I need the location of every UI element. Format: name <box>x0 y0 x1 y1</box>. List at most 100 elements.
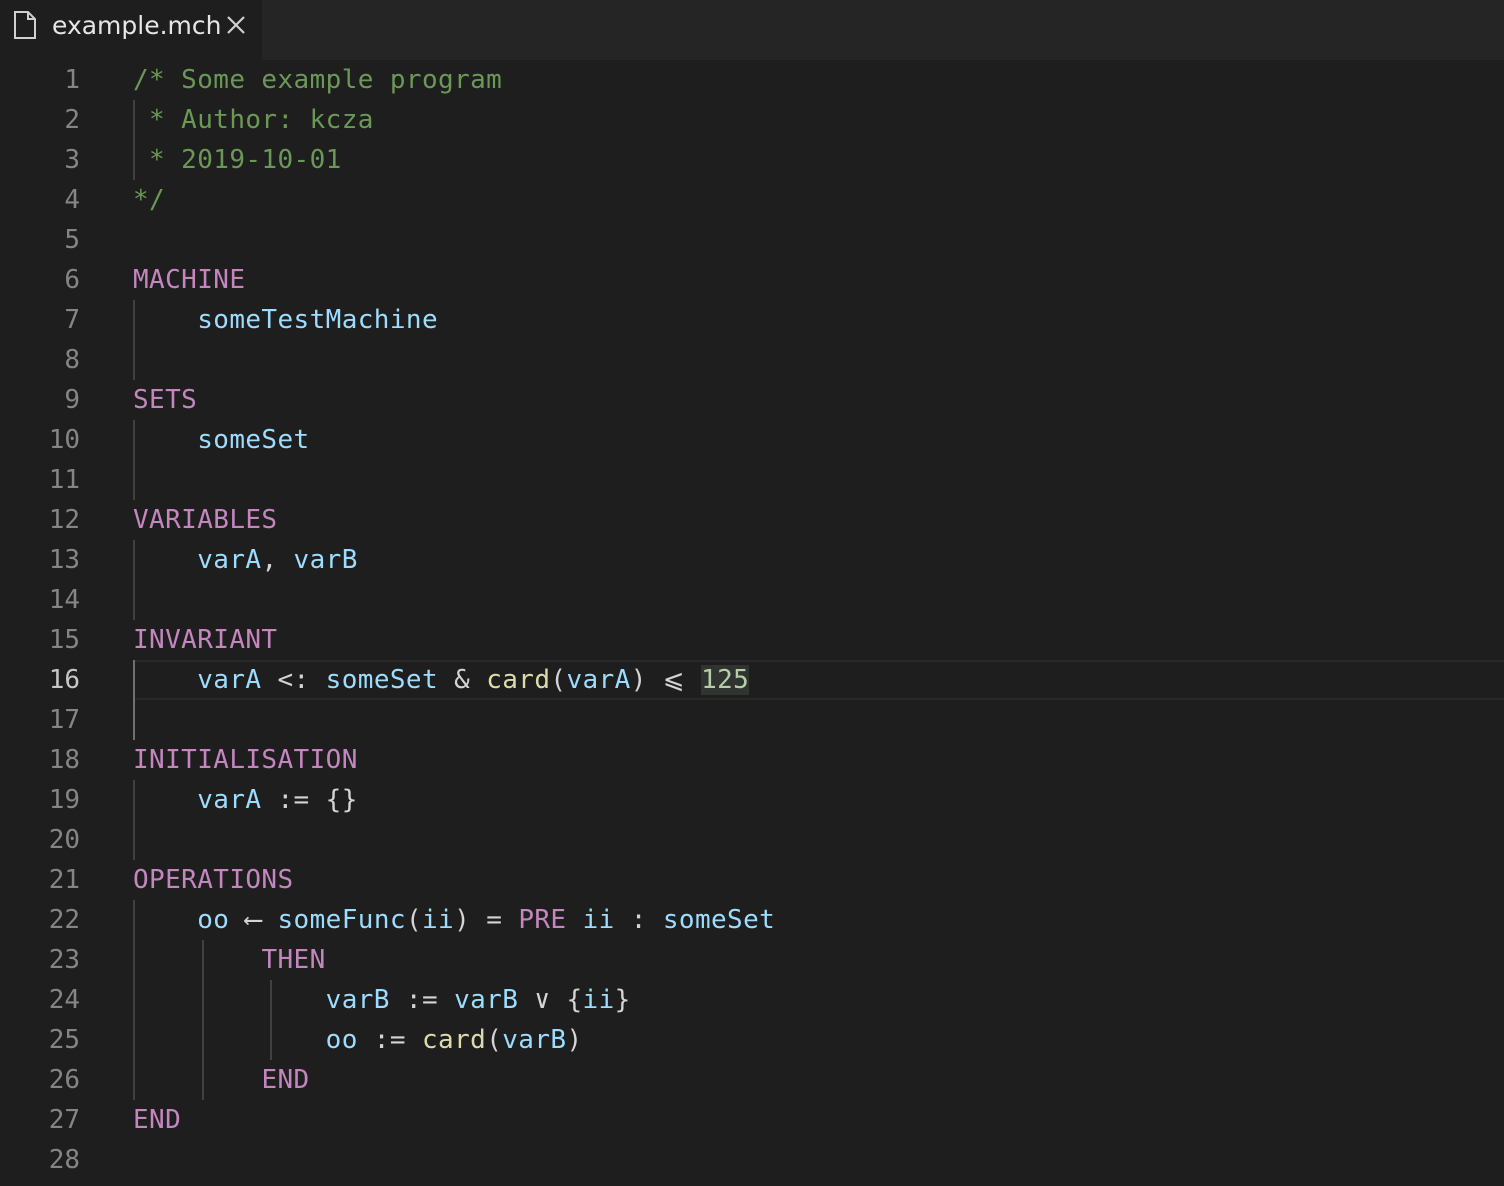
code-line[interactable]: 12 VARIABLES <box>0 500 1504 540</box>
code-token: varB <box>454 985 519 1015</box>
line-number: 5 <box>64 225 80 255</box>
code-text: someTestMachine <box>133 300 438 340</box>
line-number: 28 <box>48 1145 80 1175</box>
code-line[interactable]: 10 someSet <box>0 420 1504 460</box>
code-token: varA <box>197 545 262 575</box>
code-line[interactable]: 7 someTestMachine <box>0 300 1504 340</box>
code-text: /* Some example program <box>133 60 502 100</box>
code-token: ii <box>582 905 615 935</box>
line-number: 23 <box>48 945 80 975</box>
code-line[interactable]: 22 oo ⟵ someFunc(ii) = PRE ii : someSet <box>0 900 1504 940</box>
code-line[interactable]: 6 MACHINE <box>0 260 1504 300</box>
line-number: 27 <box>48 1105 80 1135</box>
code-line[interactable]: 19 varA := {} <box>0 780 1504 820</box>
code-text: VARIABLES <box>133 500 277 540</box>
line-number: 18 <box>48 745 80 775</box>
code-token: /* Some example program <box>133 65 503 95</box>
code-token: someFunc <box>277 905 406 935</box>
code-token: ⟵ <box>229 905 278 935</box>
indent-guide-invariant <box>133 660 135 740</box>
code-token: someSet <box>197 425 310 455</box>
tab-label: example.mch <box>52 11 222 40</box>
file-icon <box>14 11 36 39</box>
code-line[interactable]: 21 OPERATIONS <box>0 860 1504 900</box>
code-line[interactable]: 27 END <box>0 1100 1504 1140</box>
line-number: 9 <box>64 385 80 415</box>
code-token: oo <box>325 1025 358 1055</box>
code-line[interactable]: 5 <box>0 220 1504 260</box>
indent-guide-comment <box>133 100 135 180</box>
code-line[interactable]: 3 * 2019-10-01 <box>0 140 1504 180</box>
code-token: varA <box>197 785 262 815</box>
code-line[interactable]: 13 varA, varB <box>0 540 1504 580</box>
code-line[interactable]: 15 INVARIANT <box>0 620 1504 660</box>
code-line[interactable]: 18 INITIALISATION <box>0 740 1504 780</box>
line-number: 20 <box>48 825 80 855</box>
indent-guide-operations <box>133 900 135 1100</box>
code-token: <: <box>261 665 326 695</box>
code-line[interactable]: 20 <box>0 820 1504 860</box>
line-number: 13 <box>48 545 80 575</box>
code-line[interactable]: 9 SETS <box>0 380 1504 420</box>
code-token: varB <box>325 985 390 1015</box>
line-number: 19 <box>48 785 80 815</box>
line-number: 4 <box>64 185 80 215</box>
code-line[interactable]: 17 <box>0 700 1504 740</box>
code-line[interactable]: 8 <box>0 340 1504 380</box>
line-number: 15 <box>48 625 80 655</box>
line-number: 1 <box>64 65 80 95</box>
line-number: 2 <box>64 105 80 135</box>
code-line[interactable]: 1 /* Some example program <box>0 60 1504 100</box>
code-token: someSet <box>325 665 439 695</box>
indent-guide-variables <box>133 540 135 620</box>
line-number: 24 <box>48 985 80 1015</box>
code-token: varA <box>197 665 262 695</box>
line-number: 8 <box>64 345 80 375</box>
code-token: VARIABLES <box>133 505 278 535</box>
code-token: varB <box>502 1025 567 1055</box>
line-number: 7 <box>64 305 80 335</box>
code-text: oo := card(varB) <box>133 1020 583 1060</box>
editor-tab[interactable]: example.mch <box>0 0 262 60</box>
code-token: varB <box>293 545 358 575</box>
line-number: 3 <box>64 145 80 175</box>
code-token: } <box>614 985 631 1015</box>
code-line[interactable]: 23 THEN <box>0 940 1504 980</box>
code-token: := <box>357 1025 422 1055</box>
code-text: SETS <box>133 380 197 420</box>
code-token: card <box>421 1025 487 1055</box>
code-line[interactable]: 28 <box>0 1140 1504 1180</box>
code-line[interactable]: 11 <box>0 460 1504 500</box>
code-line[interactable]: 24 varB := varB ∨ {ii} <box>0 980 1504 1020</box>
tab-bar: example.mch <box>0 0 1504 60</box>
code-line[interactable]: 2 * Author: kcza <box>0 100 1504 140</box>
code-editor[interactable]: 28 27 END 26 END 25 oo := card(varB) 24 varB … <box>0 60 1504 1186</box>
code-token: card <box>486 665 551 695</box>
code-token: ( <box>405 905 422 935</box>
code-token: * 2019-10-01 <box>133 145 342 175</box>
code-text: * 2019-10-01 <box>133 140 342 180</box>
code-line[interactable]: 14 <box>0 580 1504 620</box>
code-token: ) <box>566 1025 583 1055</box>
code-token: ii <box>582 985 615 1015</box>
code-line[interactable]: 16 varA <: someSet & card(varA) ⩽ 125 <box>0 660 1504 700</box>
code-line[interactable]: 4 */ <box>0 180 1504 220</box>
code-token: MACHINE <box>133 265 246 295</box>
code-token: ) = <box>454 905 519 935</box>
line-number: 11 <box>48 465 80 495</box>
indent-guide-initialisation <box>133 780 135 860</box>
code-token: someSet <box>662 905 776 935</box>
code-line[interactable]: 25 oo := card(varB) <box>0 1020 1504 1060</box>
code-text: varA, varB <box>133 540 358 580</box>
close-icon[interactable] <box>224 13 248 37</box>
code-line[interactable]: 26 END <box>0 1060 1504 1100</box>
code-text: END <box>133 1060 310 1100</box>
